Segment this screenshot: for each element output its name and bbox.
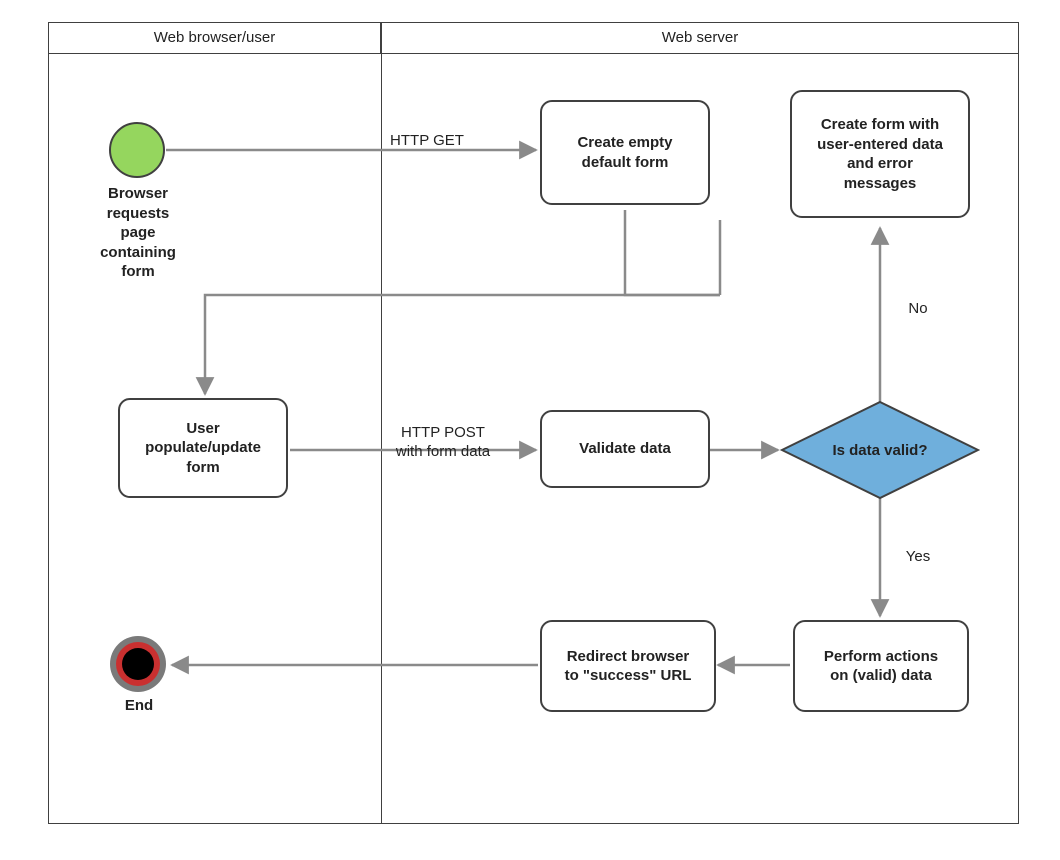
lane-header-browser: Web browser/user [48,22,381,54]
node-create-error-form: Create form with user-entered data and e… [790,90,970,218]
start-node [109,122,165,178]
end-caption: End [122,696,156,716]
node-user-populate: User populate/update form [118,398,288,498]
edge-label-http-post: HTTP POST with form data [378,424,508,462]
edge-label-no: No [898,300,938,319]
decision-label: Is data valid? [832,442,927,459]
node-create-empty-form: Create empty default form [540,100,710,205]
edge-label-yes: Yes [898,548,938,567]
node-redirect-success: Redirect browser to "success" URL [540,620,716,712]
edge-label-http-get: HTTP GET [382,132,472,151]
node-validate-data: Validate data [540,410,710,488]
end-node [110,636,166,692]
node-perform-actions: Perform actions on (valid) data [793,620,969,712]
start-caption: Browser requests page containing form [93,184,183,282]
lane-header-server: Web server [381,22,1019,54]
decision-is-data-valid: Is data valid? [780,400,980,500]
